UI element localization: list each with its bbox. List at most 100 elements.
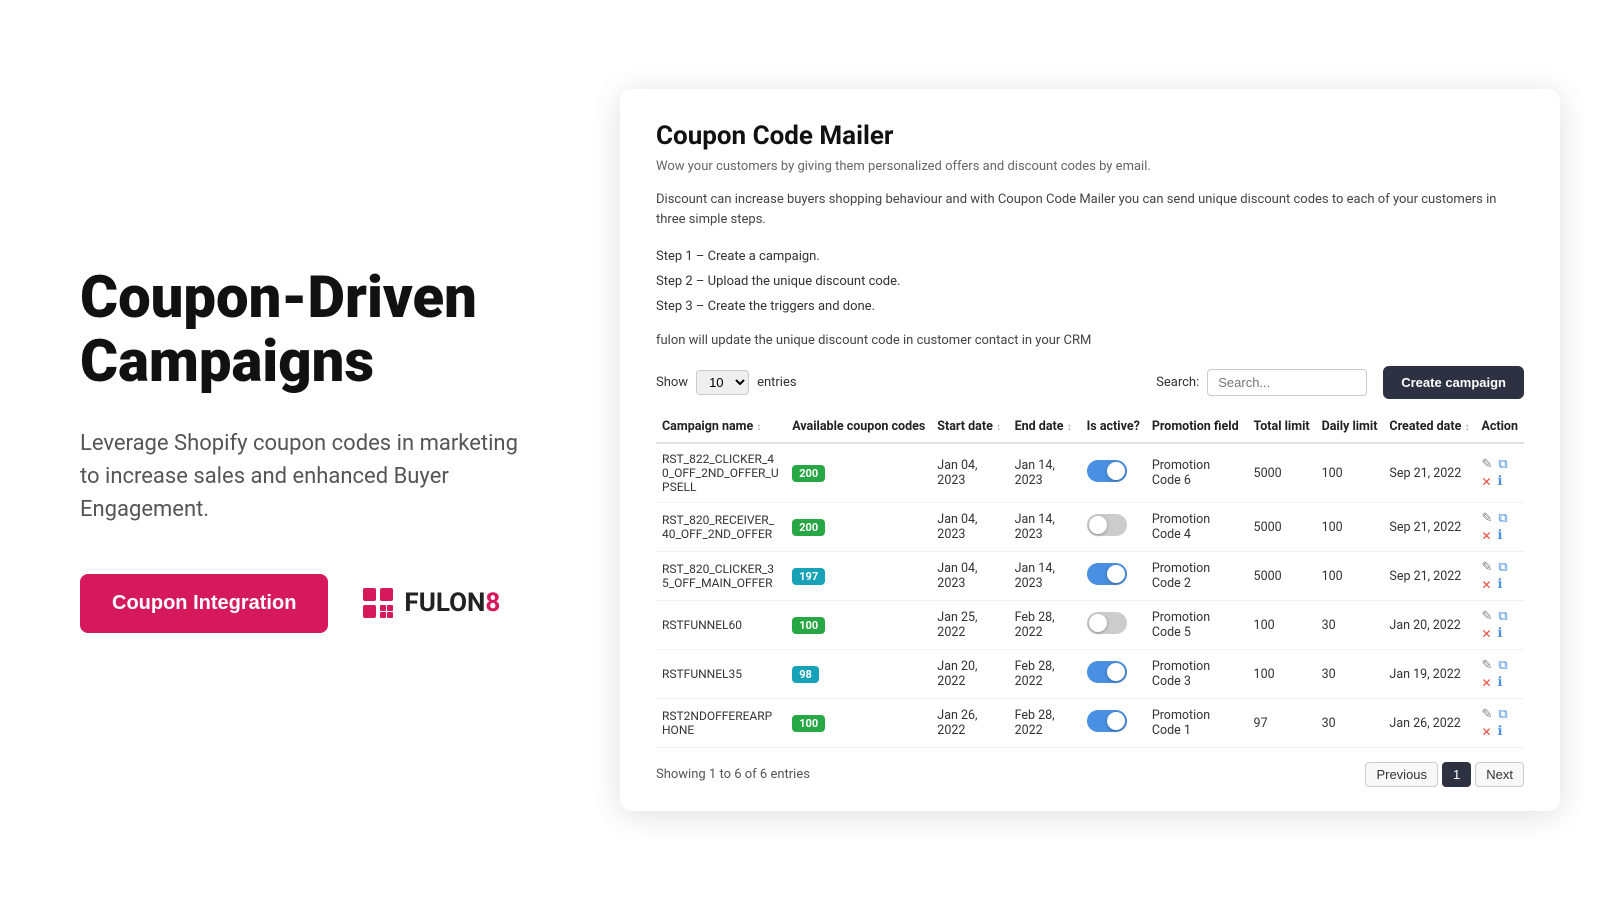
cell-created: Jan 19, 2022 [1383,650,1475,699]
cell-action: ✎ ⧉ ✕ ℹ [1475,699,1524,748]
cell-end-date: Jan 14, 2023 [1009,552,1081,601]
cell-toggle[interactable] [1081,443,1146,503]
info-icon[interactable]: ℹ [1498,724,1503,739]
cell-created: Sep 21, 2022 [1383,552,1475,601]
edit-icon[interactable]: ✎ [1481,560,1492,575]
info-icon[interactable]: ℹ [1498,577,1503,592]
delete-icon[interactable]: ✕ [1481,578,1491,592]
next-button[interactable]: Next [1475,762,1524,787]
entries-select[interactable]: 10 [696,370,749,395]
pagination-row: Showing 1 to 6 of 6 entries Previous 1 N… [656,762,1524,787]
info-icon[interactable]: ℹ [1498,528,1503,543]
toggle-2[interactable] [1087,563,1127,585]
copy-icon[interactable]: ⧉ [1498,707,1507,722]
cell-created: Jan 20, 2022 [1383,601,1475,650]
cell-daily: 30 [1316,699,1384,748]
cell-toggle[interactable] [1081,650,1146,699]
toggle-0[interactable] [1087,460,1127,482]
card-desc: Discount can increase buyers shopping be… [656,190,1524,232]
cell-toggle[interactable] [1081,601,1146,650]
search-label: Search: [1156,375,1199,390]
copy-icon[interactable]: ⧉ [1498,560,1507,575]
step-2: Step 2 – Upload the unique discount code… [656,270,1524,295]
cell-campaign-name: RST_822_CLICKER_40_OFF_2ND_OFFER_UPSELL [656,443,786,503]
cell-campaign-name: RST_820_CLICKER_35_OFF_MAIN_OFFER [656,552,786,601]
copy-icon[interactable]: ⧉ [1498,511,1507,526]
cell-total: 5000 [1248,503,1316,552]
table-row: RSTFUNNEL35 98 Jan 20, 2022 Feb 28, 2022… [656,650,1524,699]
copy-icon[interactable]: ⧉ [1498,658,1507,673]
cell-start-date: Jan 20, 2022 [931,650,1008,699]
delete-icon[interactable]: ✕ [1481,475,1491,489]
cell-action: ✎ ⧉ ✕ ℹ [1475,503,1524,552]
step-3: Step 3 – Create the triggers and done. [656,295,1524,320]
cell-start-date: Jan 04, 2023 [931,443,1008,503]
cell-total: 97 [1248,699,1316,748]
edit-icon[interactable]: ✎ [1481,658,1492,673]
cell-promo: Promotion Code 3 [1146,650,1248,699]
info-icon[interactable]: ℹ [1498,474,1503,489]
cell-daily: 100 [1316,443,1384,503]
edit-icon[interactable]: ✎ [1481,511,1492,526]
cell-badge: 98 [786,650,931,699]
col-daily-limit: Daily limit [1316,411,1384,443]
cell-toggle[interactable] [1081,699,1146,748]
copy-icon[interactable]: ⧉ [1498,609,1507,624]
delete-icon[interactable]: ✕ [1481,725,1491,739]
col-start-date: Start date ↕ [931,411,1008,443]
col-available-codes: Available coupon codes [786,411,931,443]
cell-campaign-name: RST_820_RECEIVER_40_OFF_2ND_OFFER [656,503,786,552]
fulon-icon [360,585,396,621]
delete-icon[interactable]: ✕ [1481,529,1491,543]
cell-end-date: Jan 14, 2023 [1009,503,1081,552]
cell-created: Sep 21, 2022 [1383,503,1475,552]
cell-action: ✎ ⧉ ✕ ℹ [1475,552,1524,601]
toggle-1[interactable] [1087,514,1127,536]
fulon-text: FULON8 [404,588,500,618]
card-subtitle: Wow your customers by giving them person… [656,159,1524,174]
delete-icon[interactable]: ✕ [1481,627,1491,641]
cell-daily: 100 [1316,552,1384,601]
col-is-active: Is active? [1081,411,1146,443]
footer-text: Showing 1 to 6 of 6 entries [656,767,810,782]
coupon-integration-button[interactable]: Coupon Integration [80,574,328,633]
fulon-name: FULON [404,588,485,618]
show-label: Show [656,375,688,390]
cell-start-date: Jan 26, 2022 [931,699,1008,748]
right-panel: Coupon Code Mailer Wow your customers by… [620,69,1600,832]
edit-icon[interactable]: ✎ [1481,707,1492,722]
cell-badge: 100 [786,699,931,748]
card-steps: Step 1 – Create a campaign. Step 2 – Upl… [656,245,1524,319]
cell-action: ✎ ⧉ ✕ ℹ [1475,601,1524,650]
copy-icon[interactable]: ⧉ [1498,457,1507,472]
fulon-accent: 8 [485,588,500,618]
delete-icon[interactable]: ✕ [1481,676,1491,690]
info-icon[interactable]: ℹ [1498,675,1503,690]
cell-created: Jan 26, 2022 [1383,699,1475,748]
cell-toggle[interactable] [1081,552,1146,601]
campaigns-table: Campaign name ↕ Available coupon codes S… [656,411,1524,748]
col-created-date: Created date ↕ [1383,411,1475,443]
edit-icon[interactable]: ✎ [1481,609,1492,624]
previous-button[interactable]: Previous [1365,762,1438,787]
toggle-5[interactable] [1087,710,1127,732]
cell-start-date: Jan 04, 2023 [931,552,1008,601]
info-icon[interactable]: ℹ [1498,626,1503,641]
col-end-date: End date ↕ [1009,411,1081,443]
toggle-3[interactable] [1087,612,1127,634]
cell-total: 5000 [1248,443,1316,503]
table-row: RST_822_CLICKER_40_OFF_2ND_OFFER_UPSELL … [656,443,1524,503]
create-campaign-button[interactable]: Create campaign [1383,366,1524,399]
search-input[interactable] [1207,369,1367,396]
cell-daily: 30 [1316,601,1384,650]
cell-end-date: Jan 14, 2023 [1009,443,1081,503]
cell-end-date: Feb 28, 2022 [1009,699,1081,748]
cell-promo: Promotion Code 6 [1146,443,1248,503]
cell-badge: 197 [786,552,931,601]
cell-daily: 100 [1316,503,1384,552]
toggle-4[interactable] [1087,661,1127,683]
col-total-limit: Total limit [1248,411,1316,443]
edit-icon[interactable]: ✎ [1481,457,1492,472]
page-1-button[interactable]: 1 [1442,762,1471,787]
cell-toggle[interactable] [1081,503,1146,552]
